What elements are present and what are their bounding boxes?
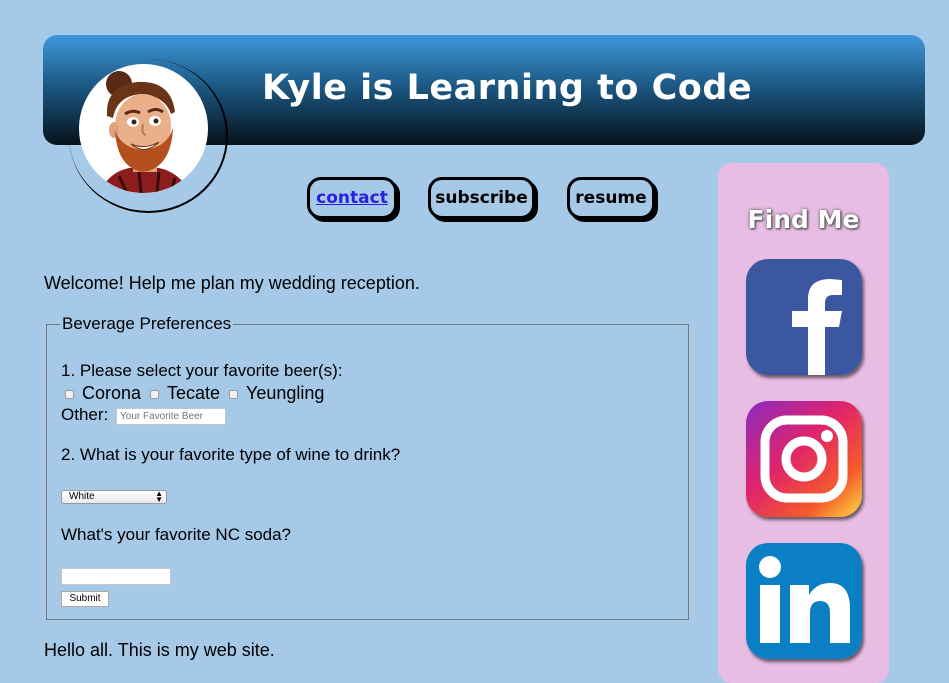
- avatar: [79, 64, 208, 193]
- corona-checkbox[interactable]: [65, 390, 74, 399]
- submit-button[interactable]: Submit: [61, 591, 109, 607]
- nav-resume-button[interactable]: resume: [567, 177, 655, 219]
- wine-selected-value: White: [69, 491, 95, 502]
- yeungling-checkbox[interactable]: [229, 390, 238, 399]
- tecate-checkbox[interactable]: [150, 390, 159, 399]
- other-beer-input[interactable]: [116, 408, 226, 425]
- linkedin-icon[interactable]: [746, 543, 862, 659]
- soda-input[interactable]: [61, 568, 171, 585]
- sidebar-heading: Find Me: [747, 205, 860, 234]
- soda-question: What's your favorite NC soda?: [61, 525, 292, 544]
- facebook-icon[interactable]: [746, 259, 862, 375]
- wine-question: 2. What is your favorite type of wine to…: [61, 445, 401, 464]
- welcome-text: Welcome! Help me plan my wedding recepti…: [44, 273, 420, 293]
- other-label: Other:: [61, 405, 109, 424]
- beer-question: 1. Please select your favorite beer(s):: [61, 361, 343, 380]
- nav-subscribe-button[interactable]: subscribe: [428, 177, 535, 219]
- select-arrows-icon: ▲ ▼: [155, 489, 163, 504]
- site-title: Kyle is Learning to Code: [262, 68, 753, 108]
- tecate-label: Tecate: [167, 383, 221, 403]
- instagram-icon[interactable]: [746, 401, 862, 517]
- fieldset-legend: Beverage Preferences: [62, 314, 232, 333]
- corona-label: Corona: [82, 383, 142, 403]
- footer-text: Hello all. This is my web site.: [44, 640, 275, 660]
- nav-contact-button[interactable]: contact: [307, 177, 397, 219]
- wine-select[interactable]: White ▲ ▼: [61, 490, 167, 504]
- yeungling-label: Yeungling: [246, 383, 325, 403]
